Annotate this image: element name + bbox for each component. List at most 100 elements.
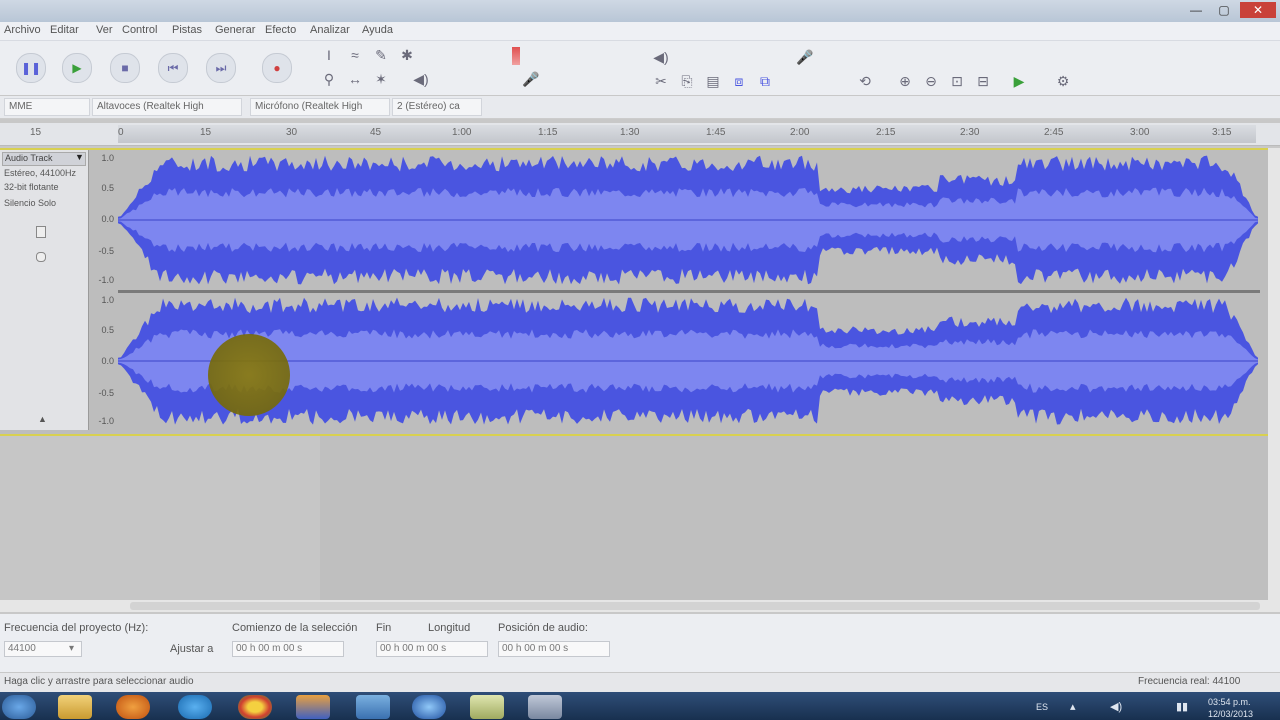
host-select[interactable]: MME [4, 98, 90, 116]
play-icon[interactable]: ▶ [62, 53, 92, 83]
track-name-dropdown[interactable]: Audio Track ▼ [2, 152, 86, 166]
scale-label: 1.0 [101, 153, 114, 163]
sync-lock-icon[interactable]: ⟲ [854, 71, 876, 91]
selection-length-label[interactable]: Longitud [428, 622, 470, 634]
fit-project-icon[interactable]: ⊟ [972, 71, 994, 91]
network-signal-icon[interactable]: ▮▮ [1176, 700, 1188, 713]
waveform-left-channel[interactable] [118, 152, 1258, 288]
selection-end-field[interactable]: 00 h 00 m 00 s [376, 641, 488, 657]
copy-icon[interactable]: ⎘ [676, 71, 698, 91]
menu-editar[interactable]: Editar [50, 24, 79, 36]
project-rate-value: 44100 [8, 643, 36, 654]
notes-icon[interactable] [470, 695, 504, 719]
start-button-icon[interactable] [2, 695, 36, 719]
file-explorer-icon[interactable] [58, 695, 92, 719]
input-channels-select[interactable]: 2 (Estéreo) ca [392, 98, 482, 116]
menu-analizar[interactable]: Analizar [310, 24, 350, 36]
speaker-icon[interactable]: ◀) [410, 69, 432, 89]
selection-start-field[interactable]: 00 h 00 m 00 s [232, 641, 344, 657]
cut-icon[interactable]: ✂ [650, 71, 672, 91]
clock-date[interactable]: 12/03/2013 [1208, 709, 1253, 719]
skip-end-icon[interactable]: ⏭ [206, 53, 236, 83]
track-info-bitdepth: 32-bit flotante [4, 182, 59, 192]
pause-icon[interactable]: ❚❚ [16, 53, 46, 83]
scale-label: -1.0 [98, 416, 114, 426]
horizontal-scroll-thumb[interactable] [130, 602, 1260, 610]
zoom-out-icon[interactable]: ⊖ [920, 71, 942, 91]
firefox-icon[interactable] [116, 695, 150, 719]
trim-icon[interactable]: ⧈ [728, 71, 750, 91]
menu-control[interactable]: Control [122, 24, 157, 36]
collapse-icon[interactable]: ▲ [38, 414, 47, 424]
draw-tool-icon[interactable]: ✎ [370, 45, 392, 65]
menu-generar[interactable]: Generar [215, 24, 255, 36]
record-icon[interactable]: ● [262, 53, 292, 83]
pan-slider-handle[interactable] [36, 252, 46, 262]
gain-slider-handle[interactable] [36, 226, 46, 238]
star-tool-icon[interactable]: ✶ [370, 69, 392, 89]
selection-tool-icon[interactable]: I [318, 45, 340, 65]
microphone-icon[interactable]: 🎤 [520, 69, 542, 89]
ruler-tick: 30 [286, 127, 298, 138]
project-rate-label: Frecuencia del proyecto (Hz): [4, 622, 149, 634]
multi-tool-icon[interactable]: ✱ [396, 45, 418, 65]
vertical-scrollbar[interactable] [1268, 148, 1280, 600]
project-rate-select[interactable]: 44100 ▾ [4, 641, 82, 657]
settings-icon[interactable]: ⚙ [1052, 71, 1074, 91]
app-icon[interactable] [356, 695, 390, 719]
scale-label: 0.5 [101, 183, 114, 193]
scale-label: 0.0 [101, 356, 114, 366]
time-shift-icon[interactable]: ↔ [344, 69, 366, 89]
ruler-tick: 15 [200, 127, 212, 138]
audio-position-field[interactable]: 00 h 00 m 00 s [498, 641, 610, 657]
ruler-tick: 1:00 [452, 127, 472, 138]
chevron-down-icon: ▾ [69, 643, 75, 654]
scale-label: 0.5 [101, 325, 114, 335]
internet-explorer-icon[interactable] [178, 695, 212, 719]
minimize-button[interactable]: — [1183, 2, 1209, 18]
fit-selection-icon[interactable]: ⊡ [946, 71, 968, 91]
window-icon[interactable] [528, 695, 562, 719]
maximize-button[interactable]: ▢ [1211, 2, 1237, 18]
actual-rate: Frecuencia real: 44100 [1138, 676, 1241, 687]
input-device-select[interactable]: Micrófono (Realtek High [250, 98, 390, 116]
envelope-tool-icon[interactable]: ≈ [344, 45, 366, 65]
ruler-tick: 2:30 [960, 127, 980, 138]
menu-archivo[interactable]: Archivo [4, 24, 41, 36]
menu-pistas[interactable]: Pistas [172, 24, 202, 36]
timeline-ruler[interactable]: 15 0 15 30 45 1:00 1:15 1:30 1:45 2:00 2… [0, 123, 1280, 146]
volume-tray-icon[interactable]: ◀) [1110, 700, 1122, 713]
skip-start-icon[interactable]: ⏮ [158, 53, 188, 83]
selection-start-label: Comienzo de la selección [232, 622, 358, 634]
volume-icon[interactable]: ◀) [650, 47, 672, 67]
menu-ayuda[interactable]: Ayuda [362, 24, 393, 36]
input-volume-icon[interactable]: 🎤 [794, 47, 816, 67]
zoom-tool-icon[interactable]: ⚲ [318, 69, 340, 89]
selection-toolbar: Frecuencia del proyecto (Hz): 44100 ▾ Aj… [0, 614, 1280, 672]
menu-efecto[interactable]: Efecto [265, 24, 296, 36]
ruler-tick: 1:30 [620, 127, 640, 138]
language-indicator[interactable]: ES [1036, 702, 1048, 712]
chrome-icon[interactable] [238, 695, 272, 719]
silence-icon[interactable]: ⧉ [754, 71, 776, 91]
play-at-speed-icon[interactable]: ▶ [1008, 71, 1030, 91]
zoom-in-icon[interactable]: ⊕ [894, 71, 916, 91]
title-bar: — ▢ ✕ [0, 0, 1280, 22]
track-control-panel: Audio Track ▼ Estéreo, 44100Hz 32-bit fl… [0, 150, 89, 430]
ruler-tick: 2:45 [1044, 127, 1064, 138]
menu-ver[interactable]: Ver [96, 24, 113, 36]
close-button[interactable]: ✕ [1240, 2, 1276, 18]
mute-solo-buttons[interactable]: Silencio Solo [4, 198, 56, 208]
paste-icon[interactable]: ▤ [702, 71, 724, 91]
empty-track-panel [0, 436, 320, 600]
stop-icon[interactable]: ■ [110, 53, 140, 83]
output-device-select[interactable]: Altavoces (Realtek High [92, 98, 242, 116]
ruler-tick: 45 [370, 127, 382, 138]
waveform-right-channel[interactable] [118, 294, 1258, 428]
audacity-icon[interactable] [412, 695, 446, 719]
clock-time[interactable]: 03:54 p.m. [1208, 697, 1251, 707]
tray-arrow-icon[interactable]: ▴ [1070, 700, 1076, 713]
status-message: Haga clic y arrastre para seleccionar au… [4, 676, 194, 687]
selection-end-label[interactable]: Fin [376, 622, 391, 634]
media-player-icon[interactable] [296, 695, 330, 719]
